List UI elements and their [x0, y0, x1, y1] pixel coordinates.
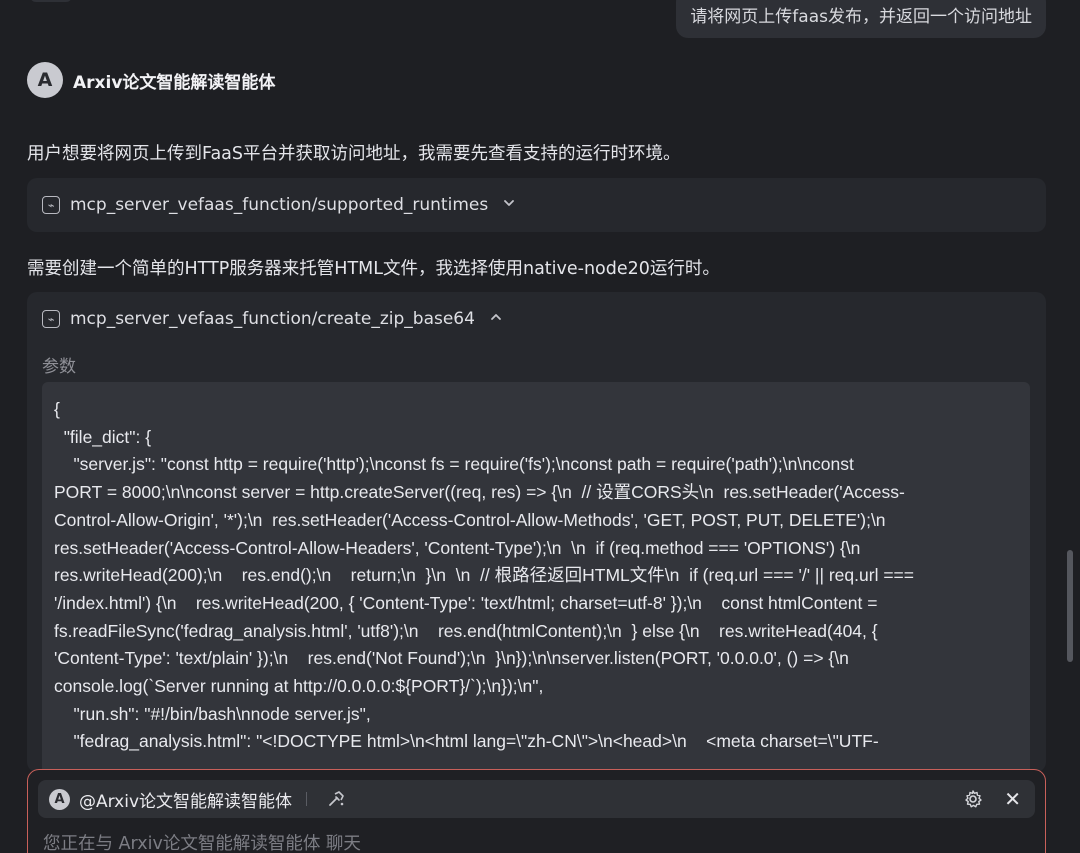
plugin-icon: ⌁	[42, 310, 60, 328]
code-line: "run.sh": "#!/bin/bash\nnode server.js",	[54, 703, 371, 724]
agent-header: A Arxiv论文智能解读智能体	[27, 62, 275, 98]
plugin-icon: ⌁	[42, 196, 60, 214]
hammer-icon[interactable]	[325, 788, 347, 810]
params-code-block: { "file_dict": { "server.js": "const htt…	[42, 382, 1030, 772]
top-cutoff-element	[30, 0, 72, 2]
tool-call-header[interactable]: ⌁ mcp_server_vefaas_function/create_zip_…	[27, 292, 1046, 346]
user-message-bubble: 请将网页上传faas发布，并返回一个访问地址	[676, 0, 1046, 38]
gear-icon[interactable]	[963, 789, 983, 809]
mention-divider	[306, 792, 308, 806]
user-message-text: 请将网页上传faas发布，并返回一个访问地址	[690, 7, 1032, 27]
tool-call-header[interactable]: ⌁ mcp_server_vefaas_function/supported_r…	[27, 178, 1046, 232]
tool-call-card-create-zip: ⌁ mcp_server_vefaas_function/create_zip_…	[27, 292, 1046, 772]
mention-agent-name: @Arxiv论文智能解读智能体	[79, 791, 293, 812]
code-line: console.log(`Server running at http://0.…	[54, 676, 544, 697]
code-line: "server.js": "const http = require('http…	[54, 454, 854, 475]
code-line: '/index.html') {\n res.writeHead(200, { …	[54, 592, 878, 613]
chat-input-area[interactable]: A @Arxiv论文智能解读智能体 ✕ 您正在与 Arxiv论文智能解读智能体 …	[27, 769, 1046, 853]
code-line: res.setHeader('Access-Control-Allow-Head…	[54, 537, 861, 558]
code-line: "file_dict": {	[54, 426, 152, 447]
code-line: {	[54, 399, 60, 419]
chat-page: 请将网页上传faas发布，并返回一个访问地址 A Arxiv论文智能解读智能体 …	[0, 0, 1080, 853]
agent-avatar: A	[27, 62, 63, 98]
chevron-up-icon[interactable]	[489, 310, 503, 328]
chevron-down-icon[interactable]	[502, 196, 516, 214]
scrollbar-thumb[interactable]	[1067, 550, 1073, 662]
code-line: fs.readFileSync('fedrag_analysis.html', …	[54, 620, 878, 641]
code-line: res.writeHead(200);\n res.end();\n retur…	[54, 565, 914, 586]
tool-call-title: mcp_server_vefaas_function/supported_run…	[70, 195, 489, 215]
tool-call-title: mcp_server_vefaas_function/create_zip_ba…	[70, 309, 475, 329]
params-label: 参数	[42, 357, 76, 377]
code-line: Control-Allow-Origin', '*');\n res.setHe…	[54, 509, 886, 530]
close-icon[interactable]: ✕	[1004, 787, 1021, 811]
code-line: 'Content-Type': 'text/plain' });\n res.e…	[54, 648, 849, 669]
agent-name: Arxiv论文智能解读智能体	[73, 72, 276, 93]
mention-avatar: A	[49, 788, 70, 810]
agent-mention-bar: A @Arxiv论文智能解读智能体 ✕	[38, 780, 1035, 818]
agent-message-2: 需要创建一个简单的HTTP服务器来托管HTML文件，我选择使用native-no…	[27, 259, 720, 279]
code-line: PORT = 8000;\n\nconst server = http.crea…	[54, 482, 905, 503]
chat-input-placeholder[interactable]: 您正在与 Arxiv论文智能解读智能体 聊天	[43, 830, 361, 853]
code-line: "fedrag_analysis.html": "<!DOCTYPE html>…	[54, 731, 879, 752]
agent-message-1: 用户想要将网页上传到FaaS平台并获取访问地址，我需要先查看支持的运行时环境。	[27, 144, 681, 164]
tool-call-card-supported-runtimes[interactable]: ⌁ mcp_server_vefaas_function/supported_r…	[27, 178, 1046, 232]
